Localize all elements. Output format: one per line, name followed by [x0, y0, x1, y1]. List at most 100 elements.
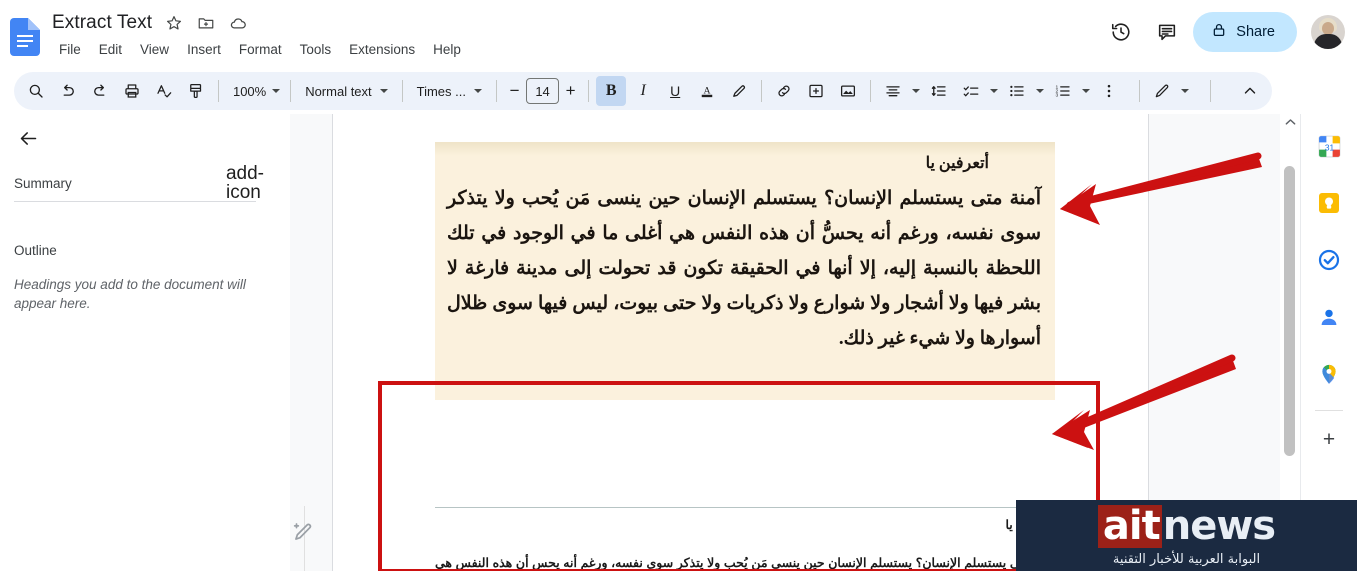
font-family-value: Times ... — [416, 83, 466, 99]
google-keep-icon[interactable] — [1315, 189, 1343, 217]
page-title[interactable]: Extract Text — [52, 12, 152, 34]
lock-icon — [1211, 22, 1227, 42]
zoom-control[interactable]: 100% — [225, 76, 284, 106]
menu-help[interactable]: Help — [426, 40, 468, 59]
docs-logo-icon — [10, 18, 40, 56]
google-calendar-icon[interactable]: 31 — [1315, 132, 1343, 160]
saved-to-drive-cloud-icon[interactable] — [228, 13, 248, 33]
toolbar-divider — [401, 80, 403, 102]
outline-label: Outline — [14, 243, 57, 258]
zoom-value: 100% — [232, 83, 267, 99]
insert-link-icon[interactable] — [769, 76, 799, 106]
text-color-button[interactable]: A — [692, 76, 722, 106]
menu-bar: File Edit View Insert Format Tools Exten… — [52, 40, 468, 59]
menu-view[interactable]: View — [133, 40, 176, 59]
menu-extensions[interactable]: Extensions — [342, 40, 422, 59]
scroll-up-icon[interactable] — [1283, 114, 1297, 130]
scanned-image-text: أتعرفين يا آمنة متى يستسلم الإنسان؟ يستس… — [447, 146, 1041, 356]
star-icon[interactable] — [164, 13, 184, 33]
numbered-list-icon[interactable]: 1 2 3 — [1048, 76, 1078, 106]
move-to-folder-icon[interactable] — [196, 13, 216, 33]
scanned-arabic-image[interactable]: أتعرفين يا آمنة متى يستسلم الإنسان؟ يستس… — [435, 142, 1055, 400]
toolbar-divider — [495, 80, 497, 102]
print-icon[interactable] — [117, 76, 147, 106]
paint-format-icon[interactable] — [181, 76, 211, 106]
toolbar-divider — [1210, 80, 1212, 102]
bold-button[interactable]: B — [596, 76, 627, 106]
font-family-dropdown[interactable]: Times ... — [409, 76, 490, 106]
header-actions: Share — [1101, 12, 1345, 52]
chevron-down-icon — [1082, 89, 1091, 93]
checklist-icon[interactable] — [956, 76, 986, 106]
aitnews-watermark: ait news البوابة العربية للأخبار التقنية — [1016, 500, 1357, 571]
editing-mode-chevron-icon[interactable] — [1179, 76, 1191, 106]
svg-text:A: A — [704, 85, 711, 96]
menu-insert[interactable]: Insert — [180, 40, 228, 59]
chevron-down-icon — [912, 89, 921, 93]
scanned-image-line-2: آمنة متى يستسلم الإنسان؟ يستسلم الإنسان … — [447, 188, 1041, 349]
watermark-brand-suffix: news — [1162, 502, 1276, 549]
editing-mode-pencil-indicator-icon[interactable] — [290, 519, 322, 559]
highlight-pen-icon[interactable] — [724, 76, 754, 106]
redo-icon[interactable] — [85, 76, 115, 106]
extracted-first-line: أتعرفين يا — [1005, 518, 1055, 532]
summary-section-header: Summary add-icon — [14, 164, 264, 202]
menu-file[interactable]: File — [52, 40, 88, 59]
vertical-scroll-thumb[interactable] — [1284, 166, 1295, 456]
sidebar-divider — [14, 201, 256, 202]
paragraph-style-dropdown[interactable]: Normal text — [297, 76, 395, 106]
line-spacing-icon[interactable] — [924, 76, 954, 106]
add-icon[interactable]: add-icon — [226, 164, 264, 202]
search-icon[interactable] — [21, 76, 51, 106]
toolbar-divider — [290, 80, 292, 102]
add-app-icon[interactable]: + — [1315, 426, 1343, 454]
watermark-brand-prefix: ait — [1097, 504, 1162, 548]
checklist-chevron-icon[interactable] — [988, 76, 1000, 106]
add-comment-icon[interactable] — [801, 76, 831, 106]
menu-edit[interactable]: Edit — [92, 40, 129, 59]
google-contacts-icon[interactable] — [1315, 303, 1343, 331]
toolbar-divider — [761, 80, 763, 102]
numbered-list-chevron-icon[interactable] — [1080, 76, 1092, 106]
chevron-down-icon — [1181, 89, 1190, 93]
comment-history-icon[interactable] — [1147, 12, 1187, 52]
chevron-down-icon — [1036, 89, 1045, 93]
horizontal-rule — [435, 507, 1055, 508]
align-icon[interactable] — [878, 76, 908, 106]
underline-button[interactable]: U — [660, 76, 690, 106]
google-tasks-icon[interactable] — [1315, 246, 1343, 274]
font-size-input[interactable]: 14 — [526, 78, 560, 104]
svg-text:3: 3 — [1056, 93, 1059, 99]
increase-font-size-button[interactable]: + — [559, 78, 582, 104]
toolbar-divider — [218, 80, 219, 102]
back-arrow-icon[interactable] — [12, 122, 44, 154]
share-button[interactable]: Share — [1193, 12, 1297, 52]
google-docs-window: Extract Text File Edit View Insert Forma… — [0, 0, 1357, 571]
insert-image-icon[interactable] — [833, 76, 863, 106]
formatting-toolbar: 100% Normal text Times ... − 14 + B I U — [14, 72, 1272, 110]
undo-icon[interactable] — [53, 76, 83, 106]
watermark-logo: ait news — [1097, 502, 1276, 549]
collapse-toolbar-icon[interactable] — [1235, 76, 1265, 106]
extracted-arabic-text[interactable]: أتعرفين يا آمنةُ متى يستسلم الإنسان؟ يست… — [435, 514, 1055, 571]
bulleted-list-chevron-icon[interactable] — [1034, 76, 1046, 106]
spellcheck-icon[interactable] — [149, 76, 179, 106]
menu-tools[interactable]: Tools — [293, 40, 339, 59]
rail-divider — [1315, 410, 1343, 411]
align-chevron-icon[interactable] — [910, 76, 922, 106]
version-history-icon[interactable] — [1101, 12, 1141, 52]
bulleted-list-icon[interactable] — [1002, 76, 1032, 106]
italic-button[interactable]: I — [628, 76, 658, 106]
extracted-body-text: آمنةُ متى يستسلم الإنسان؟ يستسلم الإنسان… — [435, 556, 1055, 570]
paragraph-style-value: Normal text — [305, 83, 372, 99]
watermark-tagline: البوابة العربية للأخبار التقنية — [1112, 551, 1261, 567]
more-options-icon[interactable] — [1094, 76, 1124, 106]
share-button-label: Share — [1236, 24, 1275, 40]
chevron-down-icon — [473, 89, 482, 93]
toolbar-area: 100% Normal text Times ... − 14 + B I U — [0, 68, 1357, 114]
editing-mode-pencil-icon[interactable] — [1147, 76, 1177, 106]
decrease-font-size-button[interactable]: − — [503, 78, 526, 104]
avatar[interactable] — [1311, 15, 1345, 49]
google-maps-icon[interactable] — [1315, 360, 1343, 388]
menu-format[interactable]: Format — [232, 40, 289, 59]
